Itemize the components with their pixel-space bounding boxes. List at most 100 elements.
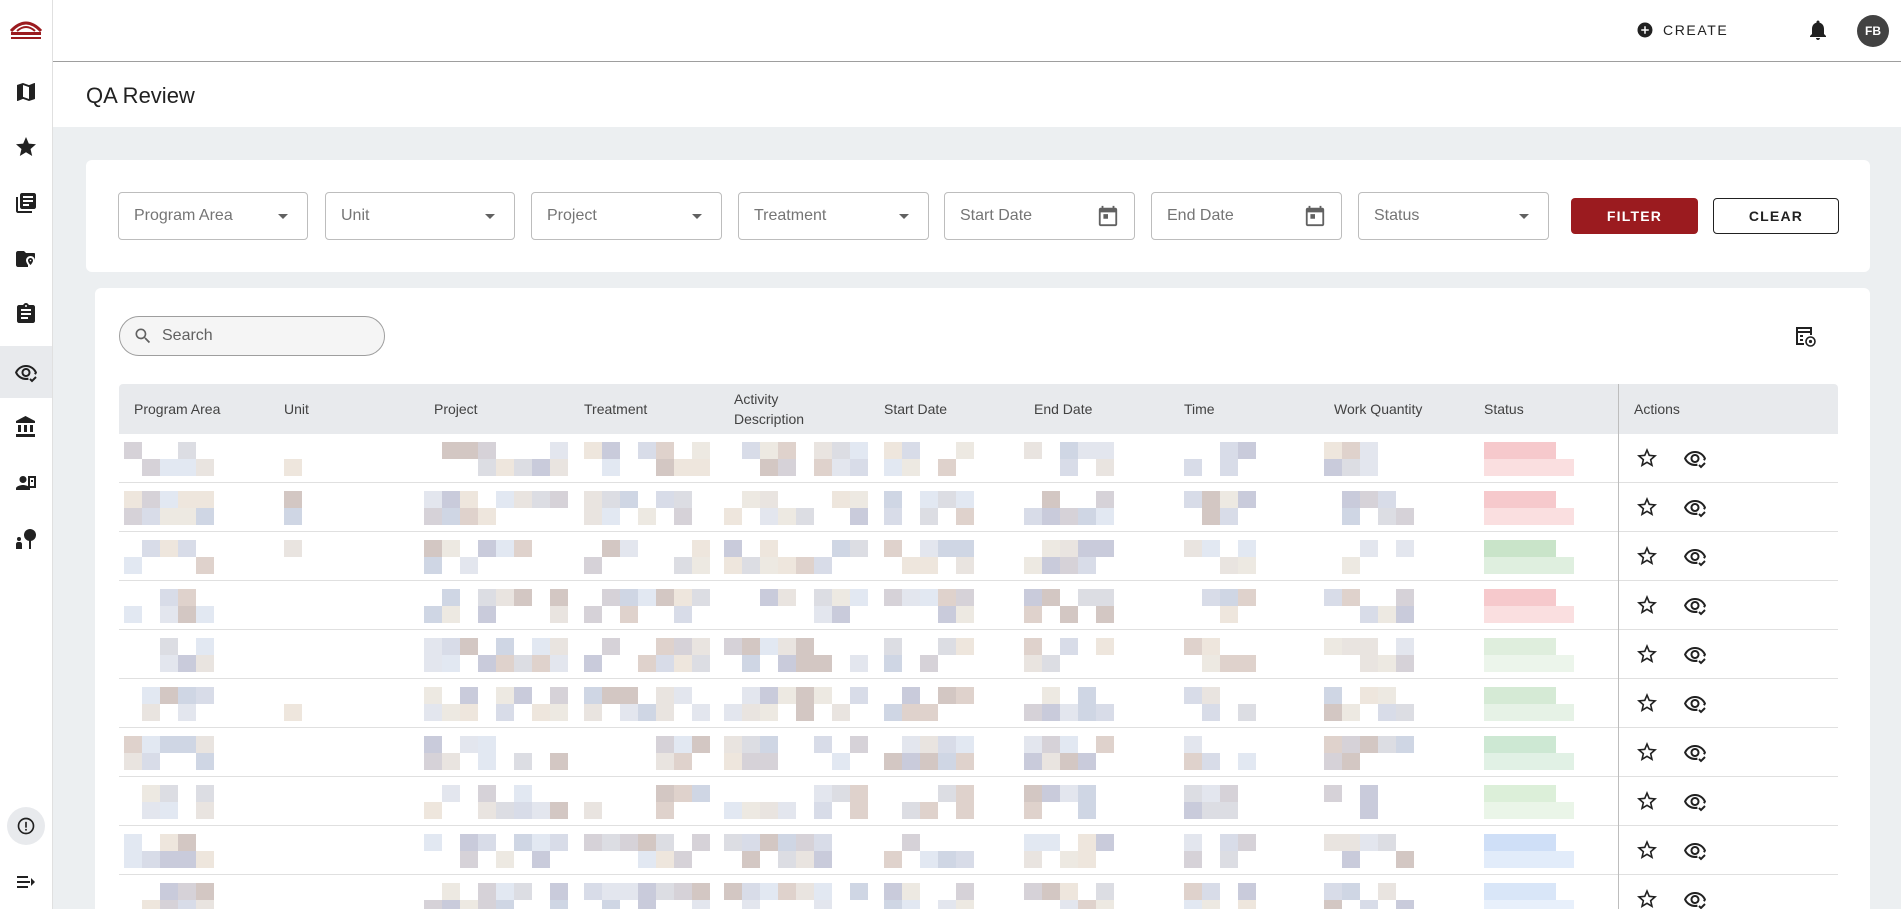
end-date-placeholder: End Date <box>1167 207 1234 224</box>
favorite-star-icon[interactable] <box>1635 446 1659 470</box>
create-button[interactable]: CREATE <box>1630 15 1734 45</box>
app-logo[interactable] <box>9 17 43 41</box>
clipboard-icon[interactable] <box>0 288 52 340</box>
review-eye-icon[interactable] <box>1683 789 1707 813</box>
review-eye-icon[interactable] <box>1683 691 1707 715</box>
start-date-field[interactable]: Start Date <box>944 192 1135 240</box>
table-row[interactable] <box>119 777 1838 826</box>
tree-person-icon[interactable] <box>0 513 52 565</box>
col-program-area[interactable]: Program Area <box>134 384 220 434</box>
redacted-cell <box>1024 783 1119 819</box>
sidebar <box>0 0 53 909</box>
redacted-cell <box>124 440 214 476</box>
calendar-icon[interactable] <box>1097 205 1119 227</box>
table-row[interactable] <box>119 630 1838 679</box>
table-row[interactable] <box>119 728 1838 777</box>
status-select[interactable]: Status <box>1358 192 1549 240</box>
redacted-cell <box>1324 538 1419 574</box>
table-row[interactable] <box>119 581 1838 630</box>
col-work-quantity[interactable]: Work Quantity <box>1334 384 1422 434</box>
map-icon[interactable] <box>0 66 52 118</box>
col-activity-line2: Description <box>734 411 805 427</box>
redacted-cell <box>724 587 868 623</box>
redacted-cell <box>1184 832 1259 868</box>
dropdown-arrow-icon <box>278 213 288 219</box>
favorite-star-icon[interactable] <box>1635 495 1659 519</box>
col-actions: Actions <box>1618 384 1838 434</box>
redacted-cell <box>884 734 979 770</box>
redacted-cell <box>724 832 864 868</box>
col-activity-description[interactable]: Activity Description <box>734 384 804 434</box>
review-eye-icon[interactable] <box>1683 544 1707 568</box>
redacted-cell <box>1024 587 1119 623</box>
redacted-cell <box>724 734 868 770</box>
end-date-field[interactable]: End Date <box>1151 192 1342 240</box>
favorite-star-icon[interactable] <box>1635 887 1659 909</box>
eye-check-icon[interactable] <box>0 346 52 398</box>
column-visibility-icon[interactable] <box>1793 324 1817 348</box>
book-stack-icon[interactable] <box>0 177 52 229</box>
program-area-select[interactable]: Program Area <box>118 192 308 240</box>
filter-button[interactable]: FILTER <box>1571 198 1698 234</box>
expand-sidebar-icon[interactable] <box>12 868 40 896</box>
col-status[interactable]: Status <box>1484 384 1524 434</box>
notifications-icon[interactable] <box>1806 18 1830 42</box>
redacted-cell <box>724 538 868 574</box>
redacted-cell <box>584 734 710 770</box>
favorite-star-icon[interactable] <box>1635 838 1659 862</box>
redacted-cell <box>584 832 710 868</box>
table-row[interactable] <box>119 875 1838 909</box>
table-row[interactable] <box>119 532 1838 581</box>
star-icon[interactable] <box>0 121 52 173</box>
status-badge <box>1484 734 1574 770</box>
calendar-icon[interactable] <box>1304 205 1326 227</box>
treatment-placeholder: Treatment <box>754 207 827 224</box>
redacted-cell <box>724 489 868 525</box>
col-treatment[interactable]: Treatment <box>584 384 647 434</box>
table-row[interactable] <box>119 826 1838 875</box>
favorite-star-icon[interactable] <box>1635 740 1659 764</box>
table-row[interactable] <box>119 679 1838 728</box>
table-row[interactable] <box>119 483 1838 532</box>
treatment-select[interactable]: Treatment <box>738 192 929 240</box>
project-select[interactable]: Project <box>531 192 722 240</box>
redacted-cell <box>124 587 214 623</box>
col-start-date[interactable]: Start Date <box>884 384 947 434</box>
favorite-star-icon[interactable] <box>1635 642 1659 666</box>
clear-button[interactable]: CLEAR <box>1713 198 1839 234</box>
project-placeholder: Project <box>547 207 597 224</box>
status-badge <box>1484 636 1574 672</box>
contact-card-icon[interactable] <box>0 457 52 509</box>
favorite-star-icon[interactable] <box>1635 789 1659 813</box>
review-eye-icon[interactable] <box>1683 642 1707 666</box>
redacted-cell <box>1324 685 1419 721</box>
unit-select[interactable]: Unit <box>325 192 515 240</box>
review-eye-icon[interactable] <box>1683 838 1707 862</box>
review-eye-icon[interactable] <box>1683 495 1707 519</box>
info-icon[interactable] <box>7 807 45 845</box>
col-project[interactable]: Project <box>434 384 478 434</box>
folder-location-icon[interactable] <box>0 233 52 285</box>
review-eye-icon[interactable] <box>1683 446 1707 470</box>
col-time[interactable]: Time <box>1184 384 1215 434</box>
col-unit[interactable]: Unit <box>284 384 309 434</box>
add-circle-icon <box>1637 22 1653 38</box>
bank-icon[interactable] <box>0 401 52 453</box>
search-input[interactable] <box>162 327 362 345</box>
dropdown-arrow-icon <box>485 213 495 219</box>
favorite-star-icon[interactable] <box>1635 593 1659 617</box>
review-eye-icon[interactable] <box>1683 593 1707 617</box>
favorite-star-icon[interactable] <box>1635 691 1659 715</box>
favorite-star-icon[interactable] <box>1635 544 1659 568</box>
redacted-cell <box>1184 734 1259 770</box>
redacted-cell <box>284 685 304 721</box>
search-box[interactable] <box>119 316 385 356</box>
table-row[interactable] <box>119 434 1838 483</box>
review-eye-icon[interactable] <box>1683 887 1707 909</box>
avatar[interactable]: FB <box>1857 15 1889 47</box>
redacted-cell <box>1184 538 1259 574</box>
table-card: Program Area Unit Project Treatment Acti… <box>95 288 1870 909</box>
redacted-cell <box>424 685 568 721</box>
review-eye-icon[interactable] <box>1683 740 1707 764</box>
col-end-date[interactable]: End Date <box>1034 384 1092 434</box>
